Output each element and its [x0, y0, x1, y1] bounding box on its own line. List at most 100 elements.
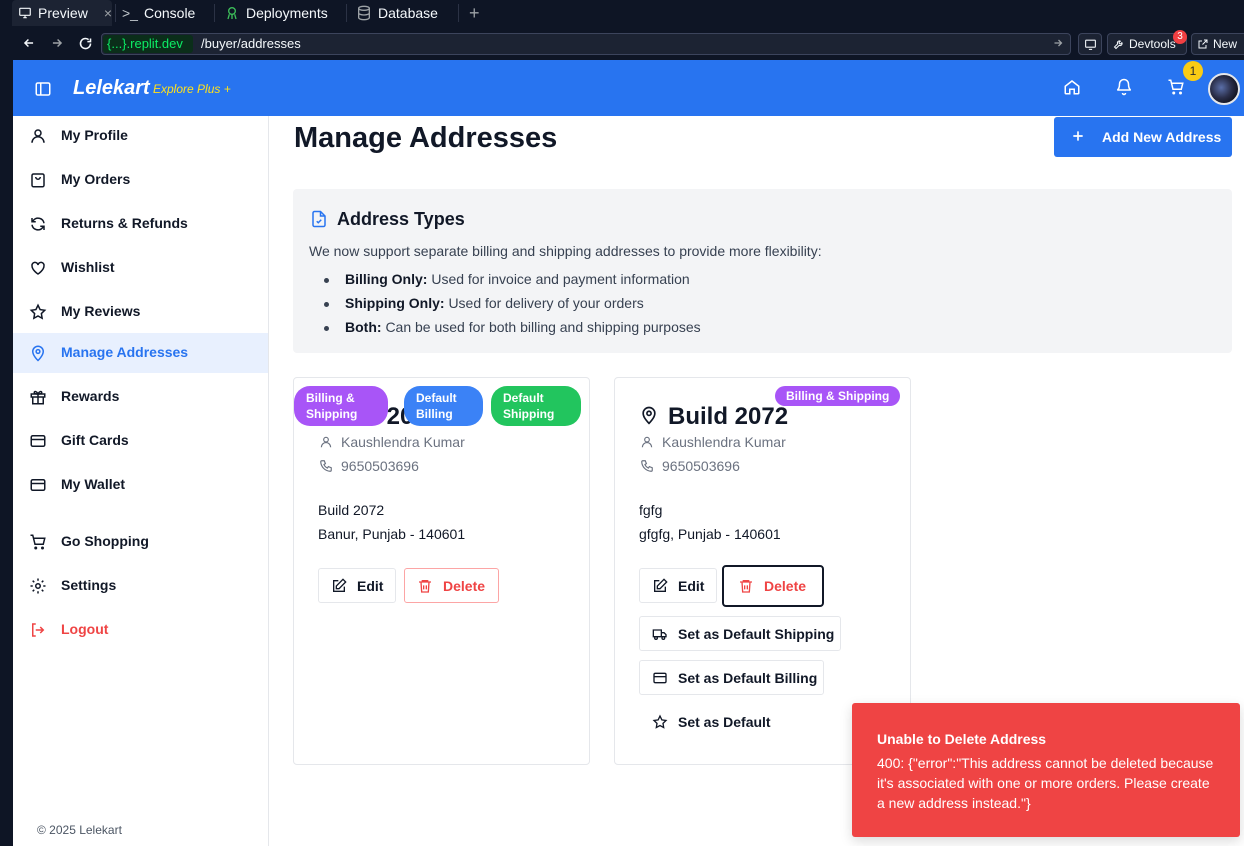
add-address-button[interactable]: Add New Address — [1054, 117, 1232, 157]
badge-default-shipping: Default Shipping — [491, 386, 581, 426]
sidebar-item-label: Gift Cards — [61, 432, 129, 448]
address-types-info: Address Types We now support separate bi… — [293, 189, 1232, 353]
tab-label: Preview — [38, 5, 88, 21]
cart-icon[interactable] — [1167, 78, 1185, 96]
sidebar-item-my-wallet[interactable]: My Wallet — [13, 465, 268, 505]
close-icon[interactable]: × — [104, 5, 112, 21]
back-icon[interactable] — [22, 36, 36, 50]
wrench-icon — [1113, 40, 1123, 50]
info-bullet: Shipping Only: Used for delivery of your… — [324, 295, 644, 311]
go-arrow-icon[interactable] — [1052, 37, 1064, 49]
sidebar-item-go-shopping[interactable]: Go Shopping — [13, 522, 268, 562]
edit-icon — [333, 577, 347, 592]
delete-label: Delete — [764, 578, 807, 594]
reload-icon[interactable] — [78, 36, 93, 51]
sidebar-item-my-reviews[interactable]: My Reviews — [13, 292, 268, 332]
sidebar-item-rewards[interactable]: Rewards — [13, 377, 268, 417]
sidebar-item-settings[interactable]: Settings — [13, 566, 268, 606]
info-description: We now support separate billing and ship… — [309, 243, 822, 259]
bullet-term: Both: — [345, 319, 382, 335]
star-icon — [652, 713, 668, 729]
terminal-icon: >_ — [122, 5, 138, 21]
home-icon[interactable] — [1063, 78, 1081, 96]
database-icon — [358, 5, 370, 21]
tab-label: Database — [378, 5, 438, 21]
devtools-badge: 3 — [1173, 30, 1187, 44]
info-title: Address Types — [337, 209, 465, 229]
sidebar-item-label: My Wallet — [61, 476, 126, 492]
cart-icon — [29, 533, 47, 551]
tab-console[interactable]: >_ Console — [116, 0, 195, 26]
tab-label: Deployments — [246, 5, 328, 21]
phone-text: 9650503696 — [341, 458, 419, 474]
wallet-icon — [29, 476, 47, 494]
set-default-button[interactable]: Set as Default — [639, 704, 789, 739]
edit-label: Edit — [678, 577, 705, 594]
edit-label: Edit — [357, 577, 384, 594]
badge-billing-shipping: Billing & Shipping — [294, 386, 388, 426]
sidebar-item-logout[interactable]: Logout — [13, 610, 268, 650]
map-pin-icon — [639, 404, 659, 426]
sidebar-item-my-orders[interactable]: My Orders — [13, 160, 268, 200]
page-title: Manage Addresses — [294, 122, 558, 154]
bullet-term: Shipping Only: — [345, 295, 445, 311]
sidebar-item-label: Rewards — [61, 388, 120, 404]
trash-icon — [740, 580, 752, 593]
trash-icon — [419, 579, 431, 593]
user-icon — [320, 436, 332, 448]
sidebar-item-wishlist[interactable]: Wishlist — [13, 248, 268, 288]
address-bar: {...}.replit.dev /buyer/addresses Devtoo… — [0, 30, 1244, 60]
sidebar-item-label: My Reviews — [61, 303, 141, 319]
gear-icon — [29, 577, 47, 595]
brand-tagline: Explore Plus + — [153, 82, 231, 96]
bullet-text: Used for invoice and payment information — [431, 271, 690, 287]
monitor-icon — [19, 7, 31, 19]
new-window-button[interactable]: New — [1191, 33, 1244, 55]
address-line2: gfgfg, Punjab - 140601 — [639, 526, 781, 542]
brand-logo[interactable]: Lelekart — [73, 77, 150, 100]
tab-database[interactable]: Database — [350, 0, 438, 26]
set-default-billing-label: Set as Default Billing — [678, 669, 818, 686]
url-host: {...}.replit.dev — [103, 35, 193, 53]
set-default-billing-button[interactable]: Set as Default Billing — [639, 660, 824, 695]
bullet-text: Used for delivery of your orders — [448, 295, 644, 311]
avatar[interactable] — [1208, 73, 1240, 105]
sidebar-item-my-profile[interactable]: My Profile — [13, 116, 268, 156]
copyright: © 2025 Lelekart — [37, 823, 122, 837]
set-default-shipping-button[interactable]: Set as Default Shipping — [639, 616, 841, 651]
delete-button[interactable]: Delete — [404, 568, 499, 603]
phone-number: 9650503696 — [319, 458, 419, 474]
gift-icon — [29, 388, 47, 406]
name-text: Kaushlendra Kumar — [341, 434, 465, 450]
user-icon — [29, 127, 47, 145]
info-bullet: Both: Can be used for both billing and s… — [324, 319, 701, 335]
heart-icon — [29, 259, 47, 277]
edit-button[interactable]: Edit — [318, 568, 396, 603]
tab-deployments[interactable]: Deployments — [218, 0, 328, 26]
replit-tab-bar: Preview × >_ Console Deployments Databas… — [0, 0, 1244, 32]
error-toast[interactable]: Unable to Delete Address 400: {"error":"… — [852, 703, 1240, 837]
sidebar-item-label: Wishlist — [61, 259, 115, 275]
forward-icon[interactable] — [50, 36, 64, 50]
new-label: New — [1213, 37, 1238, 51]
refresh-icon — [29, 215, 47, 233]
new-tab-plus-icon[interactable]: + — [469, 3, 480, 24]
bell-icon[interactable] — [1115, 78, 1133, 96]
tab-preview[interactable]: Preview × — [12, 0, 112, 26]
sidebar-item-returns[interactable]: Returns & Refunds — [13, 204, 268, 244]
sidebar-item-label: Settings — [61, 577, 117, 593]
logout-icon — [29, 621, 47, 639]
url-field[interactable]: {...}.replit.dev /buyer/addresses — [101, 33, 1071, 55]
edit-button[interactable]: Edit — [639, 568, 717, 603]
bullet-term: Billing Only: — [345, 271, 428, 287]
phone-icon — [641, 460, 653, 472]
device-button[interactable] — [1078, 33, 1102, 55]
phone-number: 9650503696 — [640, 458, 740, 474]
devtools-label: Devtools — [1129, 37, 1176, 51]
sidebar-item-manage-addresses[interactable]: Manage Addresses — [13, 333, 268, 373]
delete-button[interactable]: Delete — [722, 565, 824, 607]
app-header: Lelekart Explore Plus + 1 — [13, 60, 1244, 116]
address-line1: fgfg — [639, 502, 663, 518]
sidebar-toggle-icon[interactable] — [34, 80, 52, 98]
sidebar-item-gift-cards[interactable]: Gift Cards — [13, 421, 268, 461]
